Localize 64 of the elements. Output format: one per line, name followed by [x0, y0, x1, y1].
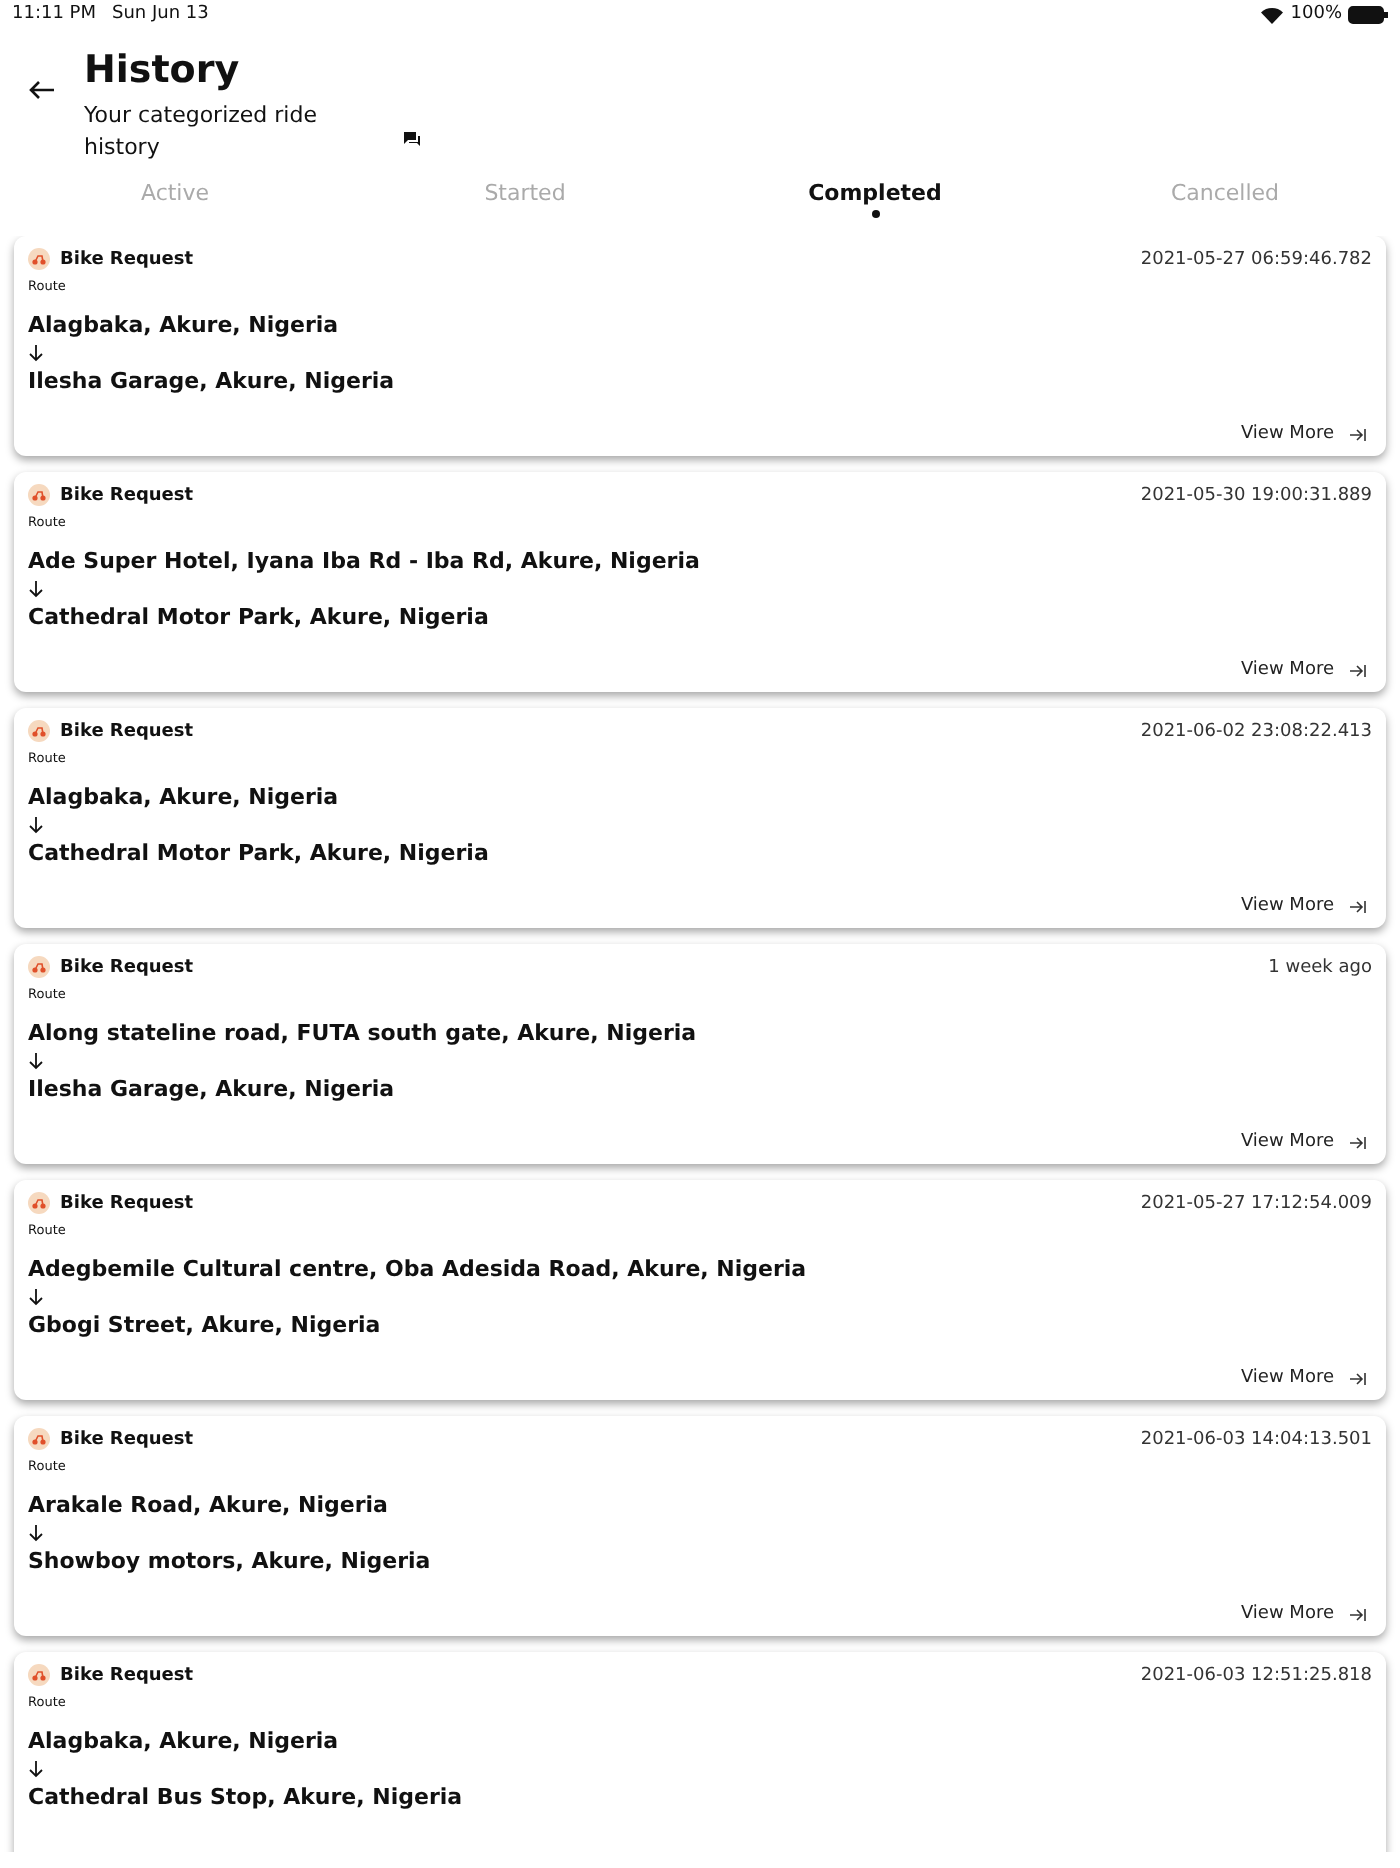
page-subtitle: Your categorized ride history — [84, 100, 319, 164]
arrow-to-bar-icon — [1350, 899, 1366, 913]
bike-icon — [28, 1192, 50, 1214]
dropoff-address: Showboy motors, Akure, Nigeria — [28, 1548, 433, 1574]
bike-icon — [28, 248, 50, 270]
wifi-icon — [1260, 5, 1285, 23]
arrow-to-bar-icon — [1350, 663, 1366, 677]
down-arrow-icon — [28, 580, 44, 598]
bike-icon — [28, 1664, 50, 1686]
status-time: 11:11 PM — [12, 4, 96, 24]
dropoff-address: Gbogi Street, Akure, Nigeria — [28, 1312, 383, 1338]
bike-icon — [28, 720, 50, 742]
ride-type: Bike Request — [60, 485, 194, 505]
dropoff-address: Ilesha Garage, Akure, Nigeria — [28, 368, 397, 394]
down-arrow-icon — [28, 1760, 44, 1778]
ride-time: 2021-05-27 06:59:46.782 — [1140, 249, 1372, 269]
pickup-address: Alagbaka, Akure, Nigeria — [28, 1728, 341, 1754]
dropoff-address: Cathedral Motor Park, Akure, Nigeria — [28, 840, 491, 866]
pickup-address: Ade Super Hotel, Iyana Iba Rd - Iba Rd, Akure, Nigeria — [28, 548, 702, 574]
arrow-to-bar-icon — [1350, 1135, 1366, 1149]
bike-icon — [28, 484, 50, 506]
ride-time: 2021-05-30 19:00:31.889 — [1140, 485, 1372, 505]
pickup-address: Alagbaka, Akure, Nigeria — [28, 784, 341, 810]
ride-time: 2021-06-03 12:51:25.818 — [1140, 1665, 1372, 1685]
tab[interactable]: Completed — [700, 168, 1050, 236]
battery-level: 100% — [1290, 4, 1342, 24]
status-date: Sun Jun 13 — [112, 4, 209, 24]
arrow-to-bar-icon — [1350, 1607, 1366, 1621]
arrow-to-bar-icon — [1350, 427, 1366, 441]
view-more-link[interactable]: View More — [1234, 424, 1372, 444]
bike-icon — [28, 1428, 50, 1450]
view-more-link[interactable]: View More — [1234, 1132, 1372, 1152]
ride-type: Bike Request — [60, 1665, 194, 1685]
down-arrow-icon — [28, 1052, 44, 1070]
pickup-address: Along stateline road, FUTA south gate, Akure, Nigeria — [28, 1020, 699, 1046]
dropoff-address: Cathedral Motor Park, Akure, Nigeria — [28, 604, 491, 630]
chat-icon[interactable] — [404, 132, 420, 146]
ride-type: Bike Request — [60, 249, 194, 269]
down-arrow-icon — [28, 344, 44, 362]
back-arrow-icon[interactable] — [28, 80, 56, 100]
view-more-link[interactable]: View More — [1234, 660, 1372, 680]
ride-type: Bike Request — [60, 957, 194, 977]
battery-icon — [1348, 5, 1388, 23]
ride-type: Bike Request — [60, 1193, 194, 1213]
down-arrow-icon — [28, 1524, 44, 1542]
bike-icon — [28, 956, 50, 978]
pickup-address: Arakale Road, Akure, Nigeria — [28, 1492, 390, 1518]
ride-type: Bike Request — [60, 1429, 194, 1449]
ride-time: 2021-06-02 23:08:22.413 — [1140, 721, 1372, 741]
down-arrow-icon — [28, 816, 44, 834]
view-more-link[interactable]: View More — [1234, 896, 1372, 916]
pickup-address: Adegbemile Cultural centre, Oba Adesida Road, Akure, Nigeria — [28, 1256, 809, 1282]
down-arrow-icon — [28, 1288, 44, 1306]
view-more-link[interactable]: View More — [1234, 1604, 1372, 1624]
page-title: History — [84, 48, 242, 92]
arrow-to-bar-icon — [1350, 1371, 1366, 1385]
dropoff-address: Ilesha Garage, Akure, Nigeria — [28, 1076, 397, 1102]
ride-time: 1 week ago — [1268, 957, 1372, 977]
dropoff-address: Cathedral Bus Stop, Akure, Nigeria — [28, 1784, 465, 1810]
ride-time: 2021-05-27 17:12:54.009 — [1140, 1193, 1372, 1213]
ride-time: 2021-06-03 14:04:13.501 — [1140, 1429, 1372, 1449]
pickup-address: Alagbaka, Akure, Nigeria — [28, 312, 341, 338]
view-more-link[interactable]: View More — [1234, 1368, 1372, 1388]
ride-type: Bike Request — [60, 721, 194, 741]
